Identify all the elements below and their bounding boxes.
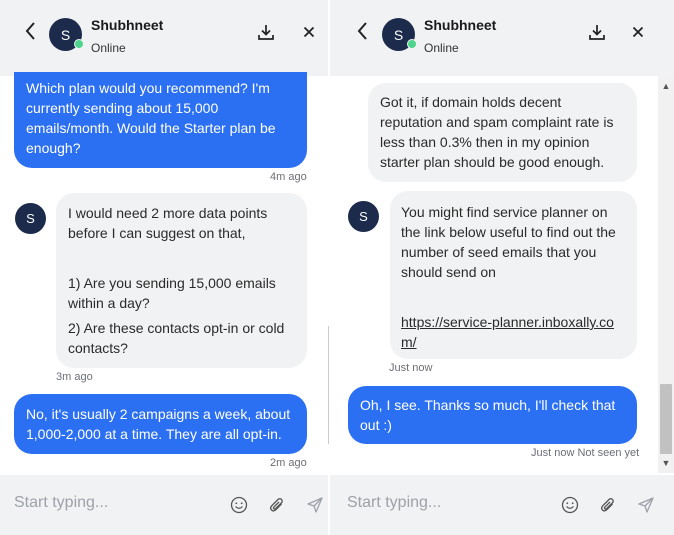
close-icon[interactable] xyxy=(628,22,648,42)
download-icon[interactable] xyxy=(587,22,607,42)
avatar: S xyxy=(348,201,379,232)
chat-panel-right: S Shubhneet Online Got it, if domain hol… xyxy=(330,0,674,535)
send-icon[interactable] xyxy=(637,496,655,514)
message-composer xyxy=(0,475,328,535)
contact-name: Shubhneet xyxy=(91,17,164,33)
smiley-icon[interactable] xyxy=(230,496,248,514)
contact-name: Shubhneet xyxy=(424,17,497,33)
message-receipt: Just now Not seen yet xyxy=(531,447,640,459)
avatar-initial: S xyxy=(26,211,35,226)
scroll-up-arrow-icon[interactable]: ▲ xyxy=(658,78,674,94)
chat-panel-left: S Shubhneet Online Which plan would you … xyxy=(0,0,328,535)
message-text: Oh, I see. Thanks so much, I'll check th… xyxy=(360,397,616,433)
message-bubble-incoming: I would need 2 more data points before I… xyxy=(56,193,307,368)
message-bubble-incoming: Got it, if domain holds decent reputatio… xyxy=(368,83,637,182)
avatar: S xyxy=(382,18,417,51)
download-icon[interactable] xyxy=(256,22,276,42)
service-planner-link[interactable]: https://service-planner.inboxally.com/ xyxy=(401,314,614,350)
avatar-initial: S xyxy=(60,26,71,43)
message-text: I would need 2 more data points before I… xyxy=(68,205,268,241)
contact-status: Online xyxy=(424,41,459,55)
send-icon[interactable] xyxy=(306,496,324,514)
avatar-initial: S xyxy=(359,209,368,224)
chevron-left-icon[interactable] xyxy=(354,20,372,42)
scrollbar[interactable]: ▲ ▼ xyxy=(658,76,674,473)
message-text: 1) Are you sending 15,000 emails within … xyxy=(68,275,276,311)
online-indicator xyxy=(74,39,84,49)
message-timestamp: 2m ago xyxy=(270,457,307,469)
avatar: S xyxy=(49,18,84,51)
avatar: S xyxy=(15,203,46,234)
avatar-initial: S xyxy=(393,26,404,43)
message-text: 2) Are these contacts opt-in or cold con… xyxy=(68,320,285,356)
message-input[interactable] xyxy=(14,494,204,512)
message-text: Which plan would you recommend? I'm curr… xyxy=(26,80,276,156)
message-text: You might find service planner on the li… xyxy=(401,204,616,280)
message-bubble-outgoing: Which plan would you recommend? I'm curr… xyxy=(14,72,307,168)
paperclip-icon[interactable] xyxy=(599,496,617,514)
close-icon[interactable] xyxy=(299,22,319,42)
smiley-icon[interactable] xyxy=(561,496,579,514)
message-timestamp: Just now xyxy=(389,362,433,374)
message-composer xyxy=(330,475,674,535)
message-text: No, it's usually 2 campaigns a week, abo… xyxy=(26,406,291,442)
divider-mark xyxy=(328,326,329,444)
message-bubble-incoming: You might find service planner on the li… xyxy=(390,191,637,359)
chat-header: S Shubhneet Online xyxy=(330,0,674,76)
message-input[interactable] xyxy=(347,494,537,512)
message-timestamp: 4m ago xyxy=(270,171,307,183)
online-indicator xyxy=(407,39,417,49)
scroll-down-arrow-icon[interactable]: ▼ xyxy=(658,455,674,471)
chat-header: S Shubhneet Online xyxy=(0,0,328,76)
message-text: Got it, if domain holds decent reputatio… xyxy=(380,94,614,170)
message-timestamp: 3m ago xyxy=(56,371,93,383)
chevron-left-icon[interactable] xyxy=(22,20,40,42)
paperclip-icon[interactable] xyxy=(268,496,286,514)
message-bubble-outgoing: No, it's usually 2 campaigns a week, abo… xyxy=(14,394,307,454)
scrollbar-thumb[interactable] xyxy=(660,384,672,454)
contact-status: Online xyxy=(91,41,126,55)
message-bubble-outgoing: Oh, I see. Thanks so much, I'll check th… xyxy=(348,386,637,444)
